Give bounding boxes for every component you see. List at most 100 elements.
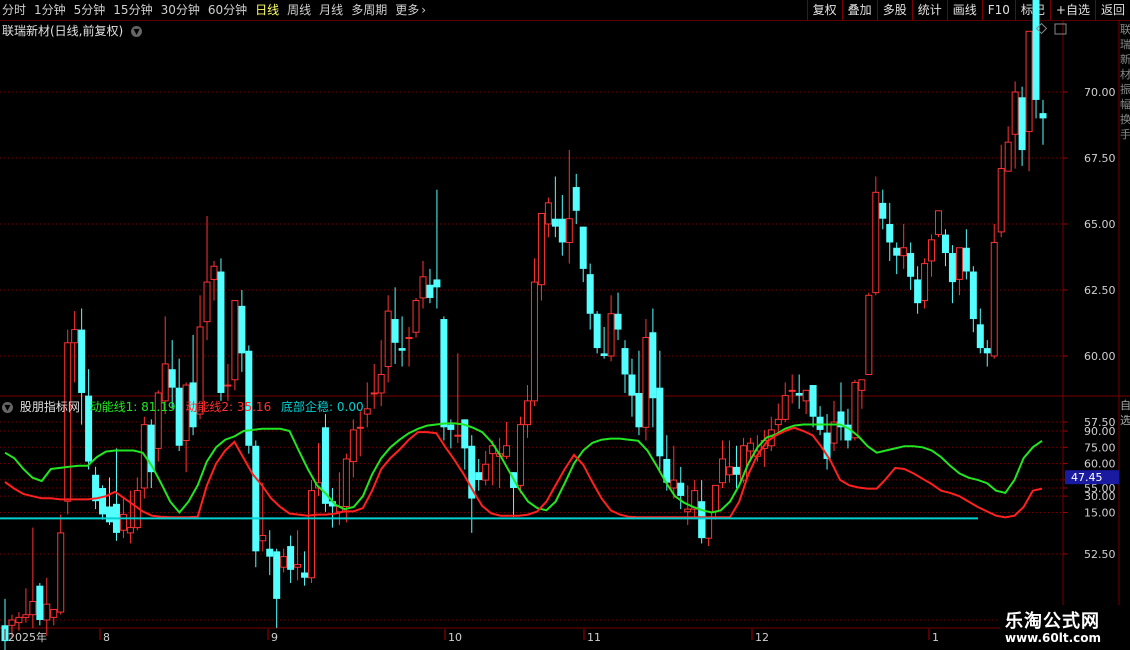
candle-down xyxy=(962,229,970,280)
candle-body xyxy=(955,247,963,280)
candle-body xyxy=(851,381,859,439)
candle-up xyxy=(739,437,747,483)
candle-body xyxy=(565,218,573,243)
indicator-line2 xyxy=(4,426,1043,519)
action-button-0[interactable]: 复权 xyxy=(806,0,842,20)
candle-down xyxy=(628,358,636,417)
price-label: 57.50 xyxy=(1084,416,1116,429)
candle-body xyxy=(489,445,497,455)
candle-down xyxy=(1039,99,1047,145)
candle-body xyxy=(266,548,274,557)
candle-up xyxy=(210,260,218,301)
period-tab-5[interactable]: 60分钟 xyxy=(208,2,247,18)
candle-up xyxy=(767,416,775,452)
candle-up xyxy=(607,295,615,362)
candle-down xyxy=(475,458,483,491)
candle-up xyxy=(335,472,343,525)
period-tab-8[interactable]: 月线 xyxy=(319,2,343,18)
price-label: 52.50 xyxy=(1084,548,1116,561)
candle-down xyxy=(823,414,831,470)
period-tab-0[interactable]: 分时 xyxy=(2,2,26,18)
chevron-right-icon[interactable]: › xyxy=(421,2,426,18)
stock-title: 联瑞新材(日线,前复权) xyxy=(2,24,124,38)
candle-up xyxy=(182,382,190,473)
action-button-3[interactable]: 统计 xyxy=(911,0,947,20)
period-tabs: 分时 1分钟 5分钟 15分钟 30分钟 60分钟 日线 周线 月线 多周期 更多 › xyxy=(2,2,434,18)
top-toolbar: 分时 1分钟 5分钟 15分钟 30分钟 60分钟 日线 周线 月线 多周期 更多 › 复权 叠加 多股统… xyxy=(0,0,1130,21)
indicator-menu-icon[interactable]: ▼ xyxy=(2,402,13,413)
candle-body xyxy=(461,419,469,449)
candle-body xyxy=(496,453,504,457)
time-label: 10 xyxy=(448,631,462,644)
candle-body xyxy=(628,374,636,396)
period-tab-4[interactable]: 30分钟 xyxy=(161,2,200,18)
action-button-5[interactable]: F10 xyxy=(981,0,1015,20)
candle-body xyxy=(816,416,824,430)
action-button-1[interactable]: 叠加 xyxy=(841,0,877,20)
candle-up xyxy=(781,382,789,422)
candle-body xyxy=(454,434,462,437)
candle-body xyxy=(370,392,378,395)
chevron-down-icon[interactable]: ▼ xyxy=(131,26,143,37)
candle-body xyxy=(175,387,183,446)
period-tab-9[interactable]: 多周期 xyxy=(351,2,387,18)
period-tab-10[interactable]: 更多 xyxy=(395,2,419,18)
candle-up xyxy=(57,514,65,615)
candle-down xyxy=(36,583,44,626)
candle-body xyxy=(398,348,406,351)
candle-down xyxy=(795,374,803,409)
action-button-6[interactable]: 标记 xyxy=(1014,0,1050,20)
candle-body xyxy=(517,424,525,486)
period-tab-3[interactable]: 15分钟 xyxy=(113,2,152,18)
time-label: 8 xyxy=(103,631,110,644)
candle-body xyxy=(384,310,392,368)
indicator-axis-label: 15.00 xyxy=(1084,506,1116,519)
candle-down xyxy=(433,189,441,309)
candle-body xyxy=(886,224,894,243)
candle-body xyxy=(691,490,699,510)
watermark-url: www.60lt.com xyxy=(1005,631,1102,645)
time-label: 1 xyxy=(932,631,939,644)
candle-up xyxy=(544,197,552,238)
candle-body xyxy=(308,490,316,579)
period-tab-7[interactable]: 周线 xyxy=(287,2,311,18)
candle-down xyxy=(189,334,197,436)
candle-body xyxy=(872,191,880,294)
time-label: 11 xyxy=(587,631,601,644)
candle-down xyxy=(112,448,120,541)
candle-up xyxy=(133,477,141,531)
candle-up xyxy=(642,319,650,441)
candle-up xyxy=(64,329,72,515)
period-tab-2[interactable]: 5分钟 xyxy=(74,2,106,18)
candle-body xyxy=(732,466,740,475)
period-tab-1[interactable]: 1分钟 xyxy=(34,2,66,18)
candle-up xyxy=(851,379,859,441)
action-button-8[interactable]: 返回 xyxy=(1094,0,1130,20)
candle-body xyxy=(50,608,58,618)
candle-down xyxy=(510,472,518,518)
candle-down xyxy=(85,369,93,470)
candle-body xyxy=(112,503,120,533)
candle-body xyxy=(147,424,155,473)
candle-body xyxy=(719,458,727,484)
candle-up xyxy=(419,260,427,309)
candle-body xyxy=(99,488,107,515)
candle-body xyxy=(746,442,754,452)
diamond-icon xyxy=(1035,22,1048,35)
candle-body xyxy=(572,187,580,211)
candle-up xyxy=(517,416,525,494)
candle-body xyxy=(1018,97,1026,151)
candle-body xyxy=(802,389,810,402)
candle-body xyxy=(670,479,678,489)
candle-up xyxy=(802,389,810,415)
candle-down xyxy=(879,189,887,230)
action-button-7[interactable]: +自选 xyxy=(1049,0,1095,20)
candle-body xyxy=(969,271,977,320)
candle-body xyxy=(893,247,901,256)
candle-up xyxy=(8,614,16,639)
candle-body xyxy=(342,458,350,507)
period-tab-6[interactable]: 日线 xyxy=(255,2,279,18)
action-button-4[interactable]: 画线 xyxy=(946,0,982,20)
chart-area[interactable]: 70.00 67.50 65.00 62.50 60.00 57.50 55.00 52.50… xyxy=(0,0,1130,650)
action-button-2[interactable]: 多股 xyxy=(876,0,912,20)
